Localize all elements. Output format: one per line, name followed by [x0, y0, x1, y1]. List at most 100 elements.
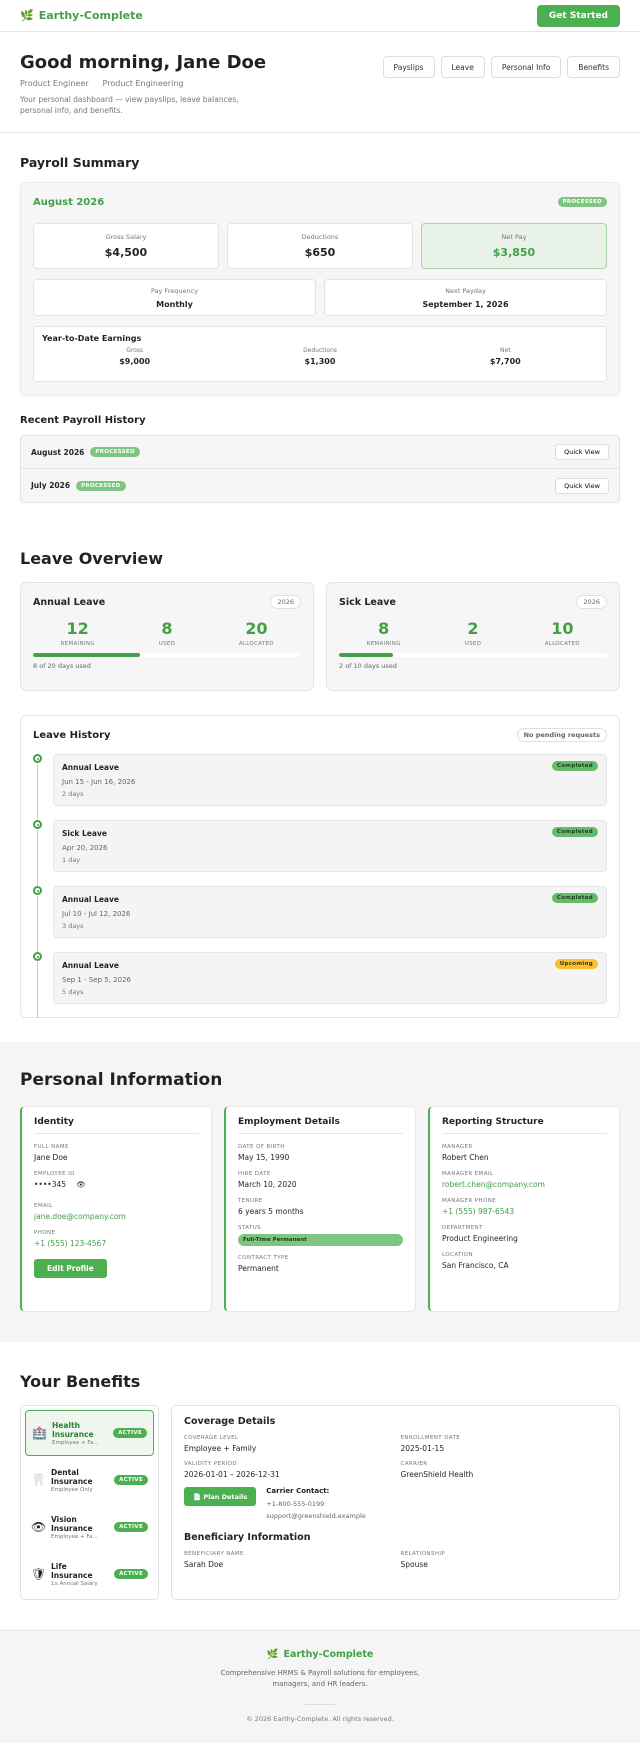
field-label: FULL NAME	[34, 1144, 69, 1150]
payroll-section: Payroll Summary August 2026 PROCESSED Gr…	[0, 133, 640, 503]
benefit-item-vision[interactable]: 👁 Vision Insurance Employee + Fa... ACTIV…	[25, 1504, 154, 1550]
benefits-list: 🏥 Health Insurance Employee + Fa... ACTIV…	[20, 1405, 159, 1600]
ytd-earnings-box: Year-to-Date Earnings Gross $9,000 Deduc…	[33, 326, 607, 382]
eye-icon: 👁	[31, 1520, 47, 1534]
gross-label: Gross Salary	[105, 233, 147, 241]
hero-description: Your personal dashboard — view payslips,…	[20, 95, 239, 116]
personal-info-section: Personal Information Identity FULL NAME J…	[0, 1042, 640, 1342]
timeline-line	[37, 896, 38, 952]
benefit-item-life[interactable]: 🛡 Life Insurance 1x Annual Salary ACTIVE	[25, 1551, 154, 1597]
plan-details-button[interactable]: 📄 Plan Details	[184, 1487, 257, 1506]
enrollment-date-value: 2025-01-15	[400, 1444, 445, 1453]
eye-icon[interactable]: 👁	[76, 1180, 86, 1189]
leave-history-item: Annual Leave Sep 1 - Sep 5, 2026 5 days …	[33, 952, 607, 1018]
benefit-sub: Employee + Fa...	[51, 1533, 98, 1540]
net-label: Net Pay	[501, 233, 527, 241]
payroll-history-list: August 2026 PROCESSED Quick View July 20…	[20, 435, 620, 503]
leave-type: Annual Leave	[62, 895, 119, 904]
field-label: STATUS	[238, 1225, 262, 1231]
nav-personal-info-button[interactable]: Personal Info	[490, 56, 562, 78]
payday-value: September 1, 2026	[422, 300, 509, 309]
timeline-line	[37, 962, 38, 1018]
reporting-structure-card: Reporting Structure MANAGER Robert Chen M…	[428, 1106, 620, 1312]
coverage-title: Coverage Details	[184, 1416, 276, 1427]
field-label: MANAGER PHONE	[442, 1198, 497, 1204]
leave-progress-bar	[339, 653, 607, 657]
leave-progress-fill	[339, 653, 393, 657]
carrier-value: GreenShield Health	[400, 1470, 474, 1479]
remaining-count: 12	[66, 619, 89, 638]
leave-history-title: Leave History	[33, 729, 111, 741]
frequency-label: Pay Frequency	[150, 287, 199, 295]
ytd-net-value: $7,700	[489, 357, 521, 366]
leave-history-item: Sick Leave Apr 20, 2026 1 day Completed	[33, 820, 607, 886]
edit-profile-button[interactable]: Edit Profile	[34, 1259, 107, 1278]
beneficiary-name-value: Sarah Doe	[184, 1560, 224, 1570]
payroll-title: Payroll Summary	[20, 155, 140, 170]
field-label: CONTRACT TYPE	[238, 1255, 289, 1261]
benefit-name: Vision Insurance	[51, 1514, 93, 1533]
allocated-count: 20	[245, 619, 268, 638]
field-label: MANAGER	[442, 1144, 473, 1150]
document-icon: 📄	[193, 1492, 202, 1501]
field-label: DEPARTMENT	[442, 1225, 483, 1231]
pending-pill: No pending requests	[516, 728, 607, 742]
benefit-item-dental[interactable]: 🦷 Dental Insurance Employee Only ACTIVE	[25, 1457, 154, 1503]
allocated-label: ALLOCATED	[238, 641, 274, 647]
nav-payslips-button[interactable]: Payslips	[382, 56, 435, 78]
deductions-label: Deductions	[301, 233, 339, 241]
identity-card: Identity FULL NAME Jane Doe EMPLOYEE ID ••…	[20, 1106, 212, 1312]
payroll-card: August 2026 PROCESSED Gross Salary $4,50…	[20, 182, 620, 395]
brand-logo[interactable]: 🌿 Earthy-Complete	[20, 9, 143, 22]
field-label: ENROLLMENT DATE	[400, 1435, 461, 1441]
status-badge: Completed	[551, 761, 598, 771]
ytd-deductions-value: $1,300	[304, 357, 336, 366]
quick-view-button[interactable]: Quick View	[555, 444, 609, 460]
history-row: July 2026 PROCESSED Quick View	[21, 469, 619, 502]
timeline-dot	[33, 952, 42, 961]
footer: 🌿 Earthy-Complete Comprehensive HRMS & P…	[0, 1630, 640, 1744]
gross-value: $4,500	[104, 246, 148, 259]
user-department: Product Engineering	[102, 79, 184, 88]
employment-details-card: Employment Details DATE OF BIRTH May 15, …	[224, 1106, 416, 1312]
leave-card-title: Sick Leave	[339, 596, 396, 608]
employment-status-badge: Full-Time Permanent	[238, 1234, 403, 1246]
timeline-line	[37, 764, 38, 820]
timeline-dot	[33, 754, 42, 763]
remaining-count: 8	[378, 619, 390, 638]
email-link[interactable]: jane.doe@company.com	[34, 1212, 199, 1221]
phone-link[interactable]: +1 (555) 123-4567	[34, 1239, 199, 1248]
manager-phone-link[interactable]: +1 (555) 987-6543	[442, 1207, 607, 1216]
field-label: TENURE	[238, 1198, 263, 1204]
get-started-button[interactable]: Get Started	[536, 4, 620, 27]
nav-benefits-button[interactable]: Benefits	[567, 56, 620, 78]
status-badge: PROCESSED	[557, 197, 607, 207]
personal-info-title: Personal Information	[20, 1070, 223, 1090]
leave-dates: Sep 1 - Sep 5, 2026	[62, 976, 131, 984]
full-name-value: Jane Doe	[34, 1153, 68, 1162]
field-label: EMPLOYEE ID	[34, 1171, 75, 1177]
remaining-label: REMAINING	[60, 641, 95, 647]
benefit-item-health[interactable]: 🏥 Health Insurance Employee + Fa... ACTIV…	[25, 1410, 154, 1456]
leave-section: Leave Overview Annual Leave 2026 12 REMAI…	[0, 503, 640, 1018]
year-pill: 2026	[270, 595, 301, 609]
status-badge: Upcoming	[554, 959, 598, 969]
nav-leave-button[interactable]: Leave	[440, 56, 485, 78]
quick-view-button[interactable]: Quick View	[555, 477, 609, 494]
deductions-value: $650	[304, 246, 336, 259]
history-month: August 2026	[31, 447, 85, 457]
field-label: BENEFICIARY NAME	[184, 1551, 244, 1558]
payroll-month: August 2026	[33, 196, 105, 208]
manager-email-link[interactable]: robert.chen@company.com	[442, 1180, 607, 1189]
dob-value: May 15, 1990	[238, 1153, 290, 1162]
status-badge: Completed	[551, 893, 598, 903]
deductions-box: Deductions $650	[227, 223, 413, 269]
leave-type: Sick Leave	[62, 829, 107, 838]
leave-progress-bar	[33, 653, 301, 657]
coverage-level-value: Employee + Family	[184, 1444, 257, 1453]
field-label: PHONE	[34, 1230, 56, 1236]
user-role: Product Engineer	[20, 79, 89, 88]
ytd-net-label: Net	[500, 347, 511, 354]
card-title: Employment Details	[238, 1117, 403, 1134]
used-label: USED	[464, 641, 482, 647]
